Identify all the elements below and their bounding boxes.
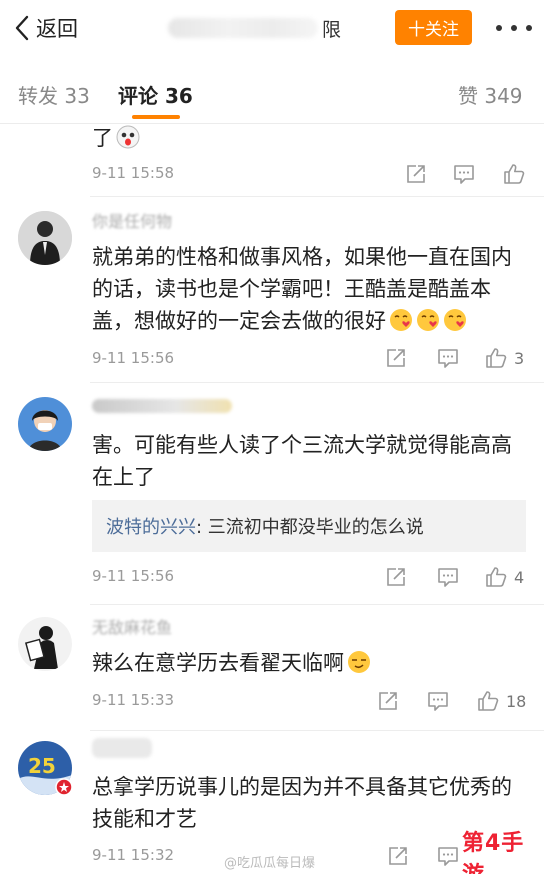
reply-username[interactable]: 波特的兴兴 [106,513,196,539]
tab-bar: 转发 33 评论 36 赞 349 [0,58,544,124]
comment-text: 辣么在意学历去看翟天临啊 [92,647,522,679]
tab-repost[interactable]: 转发 33 [18,80,90,109]
avatar[interactable] [18,617,72,671]
back-label: 返回 [36,17,78,41]
reply-button[interactable] [436,563,460,591]
comment-username[interactable]: 无敌麻花鱼 [92,617,172,637]
share-icon [387,349,405,367]
comment-text: 了 [92,122,522,154]
comment-item: 无敌麻花鱼 辣么在意学历去看翟天临啊 9-11 15:33 18 [0,605,544,731]
comment-actions: 3 [387,344,540,372]
thumbs-up-icon [478,691,499,711]
reply-button[interactable] [436,344,460,372]
avatar[interactable] [18,397,72,451]
reply-button[interactable] [436,842,460,870]
like-count: 3 [514,348,525,368]
repost-button[interactable] [404,160,428,188]
comment-icon [438,847,458,866]
comment-time: 9-11 15:58 [92,164,175,182]
tab-likes[interactable]: 赞 349 [458,80,523,109]
like-button[interactable] [502,160,532,188]
title-suffix: 限 [322,18,342,41]
scream-emoji-icon [116,125,140,149]
like-count: 4 [514,567,525,587]
comment-username[interactable]: 你是任何物 [92,211,172,231]
kiss-emoji-icon [417,309,439,331]
watermark-text: @吃瓜瓜每日爆 [224,856,316,871]
share-icon [387,568,405,586]
share-icon [407,165,425,183]
svg-text:25: 25 [28,754,56,778]
like-button[interactable]: 3 [484,344,524,372]
comment-actions [400,160,540,188]
comment-actions: 18 [379,687,540,715]
thumbs-up-icon [504,164,525,184]
thumbs-up-icon [486,567,507,587]
repost-button[interactable] [386,842,410,870]
share-icon [379,692,397,710]
blurred-title-text [168,18,318,38]
comment-icon [438,568,458,587]
kiss-emoji-icon [444,309,466,331]
avatar[interactable]: 25 [18,741,73,796]
follow-button[interactable]: 十关注 [395,10,472,45]
repost-button[interactable] [376,687,400,715]
comment-text: 害。可能有些人读了个三流大学就觉得能高高在上了 [92,433,512,489]
more-options-icon[interactable] [496,14,532,42]
reply-text: : 三流初中都没毕业的怎么说 [196,517,424,538]
like-button[interactable]: 4 [484,563,524,591]
comment-icon [438,349,458,368]
top-nav-bar: 返回 限 十关注 [0,0,544,58]
comment-actions: 4 [387,563,540,591]
kiss-emoji-icon [390,309,412,331]
active-tab-indicator [132,115,180,119]
like-button[interactable]: 18 [476,687,526,715]
comment-time: 9-11 15:56 [92,349,175,367]
comment-icon [428,692,448,711]
comment-time: 9-11 15:56 [92,567,175,585]
corner-logo: 第4手游 [462,831,544,874]
comment-item: 你是任何物 就弟弟的性格和做事风格，如果他一直在国内的话，读书也是个学霸吧！王酷… [0,197,544,383]
comment-reply-preview[interactable]: 波特的兴兴: 三流初中都没毕业的怎么说 [92,500,526,552]
page-title: 限 [168,14,358,42]
smug-emoji-icon [348,651,370,673]
comment-text: 就弟弟的性格和做事风格，如果他一直在国内的话，读书也是个学霸吧！王酷盖是酷盖本盖… [92,245,512,333]
comment-username[interactable] [92,397,232,415]
comment-time: 9-11 15:32 [92,846,175,864]
chevron-left-icon [15,15,29,41]
comment-username[interactable] [92,738,152,758]
reply-button[interactable] [426,687,450,715]
like-count: 18 [506,691,527,711]
comment-icon [454,165,474,184]
comment-item: 害。可能有些人读了个三流大学就觉得能高高在上了 波特的兴兴: 三流初中都没毕业的… [0,383,544,605]
share-icon [389,847,407,865]
comment-text: 总拿学历说事儿的是因为并不具备其它优秀的技能和才艺 [92,775,512,831]
avatar[interactable] [18,211,72,265]
reply-button[interactable] [452,160,476,188]
comment-time: 9-11 15:33 [92,691,175,709]
tab-comments[interactable]: 评论 36 [118,80,193,109]
repost-button[interactable] [384,344,408,372]
back-button[interactable]: 返回 [14,12,78,44]
repost-button[interactable] [384,563,408,591]
comment-item: 了 9-11 15:58 [0,124,544,197]
thumbs-up-icon [486,348,507,368]
